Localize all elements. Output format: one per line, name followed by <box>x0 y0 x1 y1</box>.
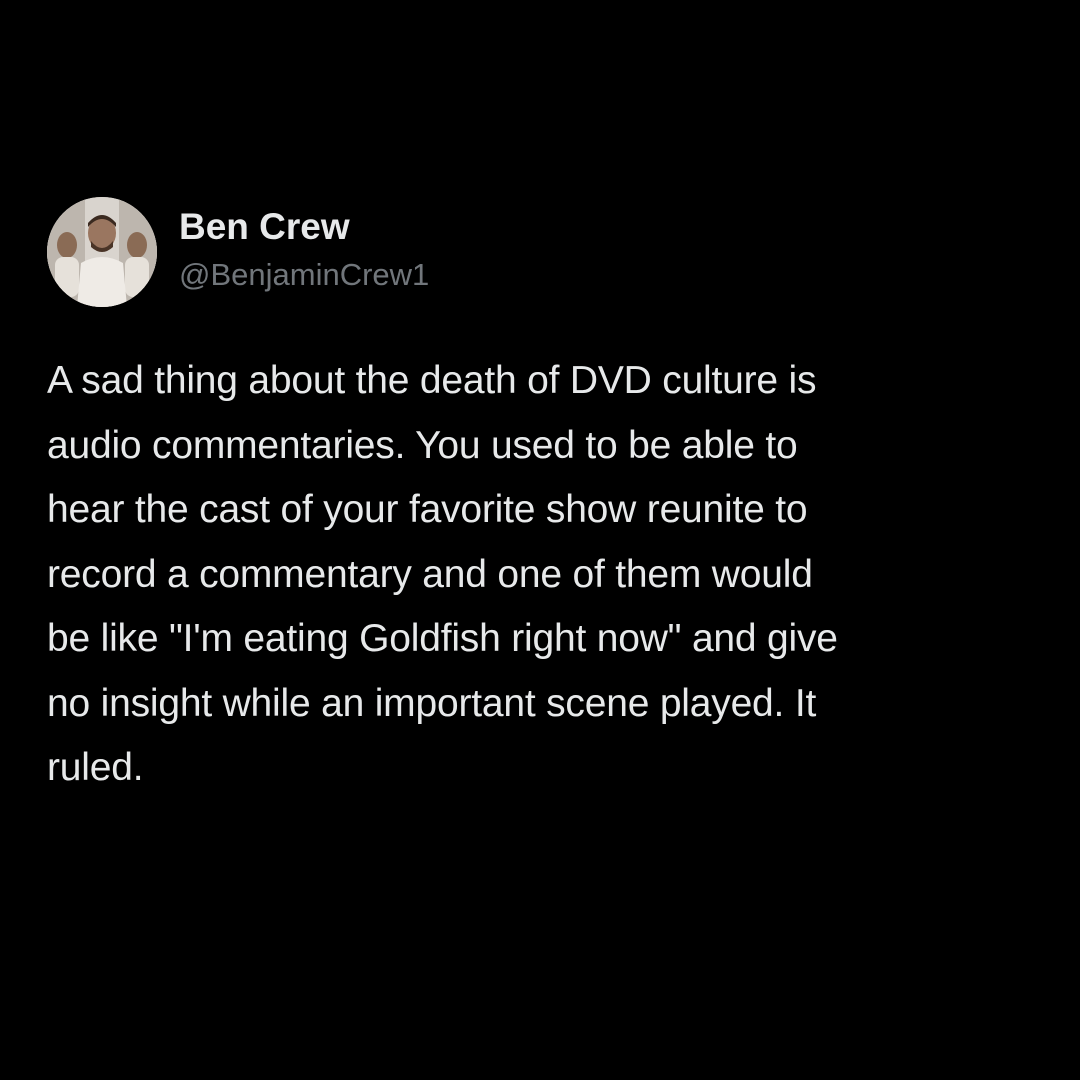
tweet-text-line: ruled. <box>47 746 144 789</box>
author-header: Ben Crew @BenjaminCrew1 <box>47 196 1037 308</box>
avatar-photo <box>47 197 157 307</box>
tweet-text-line: audio commentaries. You used to be able … <box>47 423 798 467</box>
tweet-text: A sad thing about the death of DVD cultu… <box>47 349 1032 801</box>
tweet-text-line: record a commentary and one of them woul… <box>47 552 813 596</box>
tweet-text-line: no insight while an important scene play… <box>47 681 817 725</box>
author-names: Ben Crew @BenjaminCrew1 <box>179 205 429 297</box>
tweet-text-line: hear the cast of your favorite show reun… <box>47 488 808 531</box>
tweet-text-line: A sad thing about the death of DVD cultu… <box>47 359 817 402</box>
tweet-text-line: be like "I'm eating Goldfish right now" … <box>47 617 838 660</box>
tweet-card: Ben Crew @BenjaminCrew1 A sad thing abou… <box>47 196 1037 801</box>
avatar[interactable] <box>47 197 157 307</box>
display-name[interactable]: Ben Crew <box>179 205 429 249</box>
user-handle[interactable]: @BenjaminCrew1 <box>179 253 429 297</box>
